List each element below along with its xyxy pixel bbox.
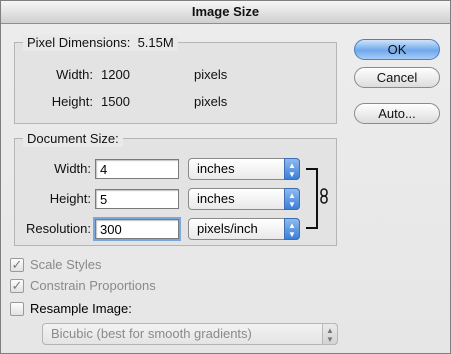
ok-button[interactable]: OK	[354, 39, 440, 60]
auto-button[interactable]: Auto...	[354, 103, 440, 124]
checkmark-icon: ✓	[11, 278, 23, 293]
doc-height-label: Height:	[49, 191, 91, 206]
pixel-width-unit: pixels	[194, 67, 228, 82]
scale-styles-checkbox[interactable]: ✓	[10, 258, 24, 272]
pixel-height-label: Height:	[51, 94, 93, 109]
doc-height-unit-select[interactable]: inches ▲ ▼	[188, 188, 300, 210]
scale-styles-label: Scale Styles	[30, 257, 102, 272]
doc-width-unit-select[interactable]: inches ▲ ▼	[188, 158, 300, 180]
constrain-proportions-label: Constrain Proportions	[30, 278, 156, 293]
doc-width-label: Width:	[54, 161, 91, 176]
constrain-proportions-checkbox[interactable]: ✓	[10, 279, 24, 293]
pixel-width-value: 1200	[101, 67, 130, 82]
doc-resolution-label: Resolution:	[25, 221, 91, 236]
chain-link-icon	[319, 188, 329, 207]
pixel-dimensions-title: Pixel Dimensions: 5.15M	[23, 35, 178, 51]
checkmark-icon: ✓	[11, 257, 23, 272]
doc-height-input[interactable]: 5	[95, 189, 179, 209]
dialog-title: Image Size	[1, 1, 450, 24]
resample-image-label: Resample Image:	[30, 301, 132, 316]
cancel-button[interactable]: Cancel	[354, 67, 440, 88]
constrain-bracket	[306, 168, 318, 229]
updown-arrows-icon: ▲ ▼	[284, 158, 300, 180]
image-size-dialog: Image Size Pixel Dimensions: 5.15M Width…	[0, 0, 451, 354]
doc-width-input[interactable]: 4	[95, 159, 179, 179]
document-size-title: Document Size:	[23, 131, 123, 147]
pixel-width-label: Width:	[56, 67, 93, 82]
doc-resolution-unit-select[interactable]: pixels/inch ▲ ▼	[188, 218, 300, 240]
pixel-dimensions-group	[14, 42, 337, 124]
pixel-height-value: 1500	[101, 94, 130, 109]
resample-image-checkbox[interactable]	[10, 302, 24, 316]
pixel-dimensions-size: 5.15M	[137, 35, 174, 50]
resample-method-select[interactable]: Bicubic (best for smooth gradients) ▲ ▼	[42, 323, 338, 345]
updown-arrows-icon: ▲ ▼	[284, 218, 300, 240]
doc-resolution-input[interactable]: 300	[93, 217, 181, 241]
pixel-height-unit: pixels	[194, 94, 228, 109]
updown-arrows-icon: ▲ ▼	[284, 188, 300, 210]
updown-arrows-icon: ▲ ▼	[322, 323, 338, 345]
